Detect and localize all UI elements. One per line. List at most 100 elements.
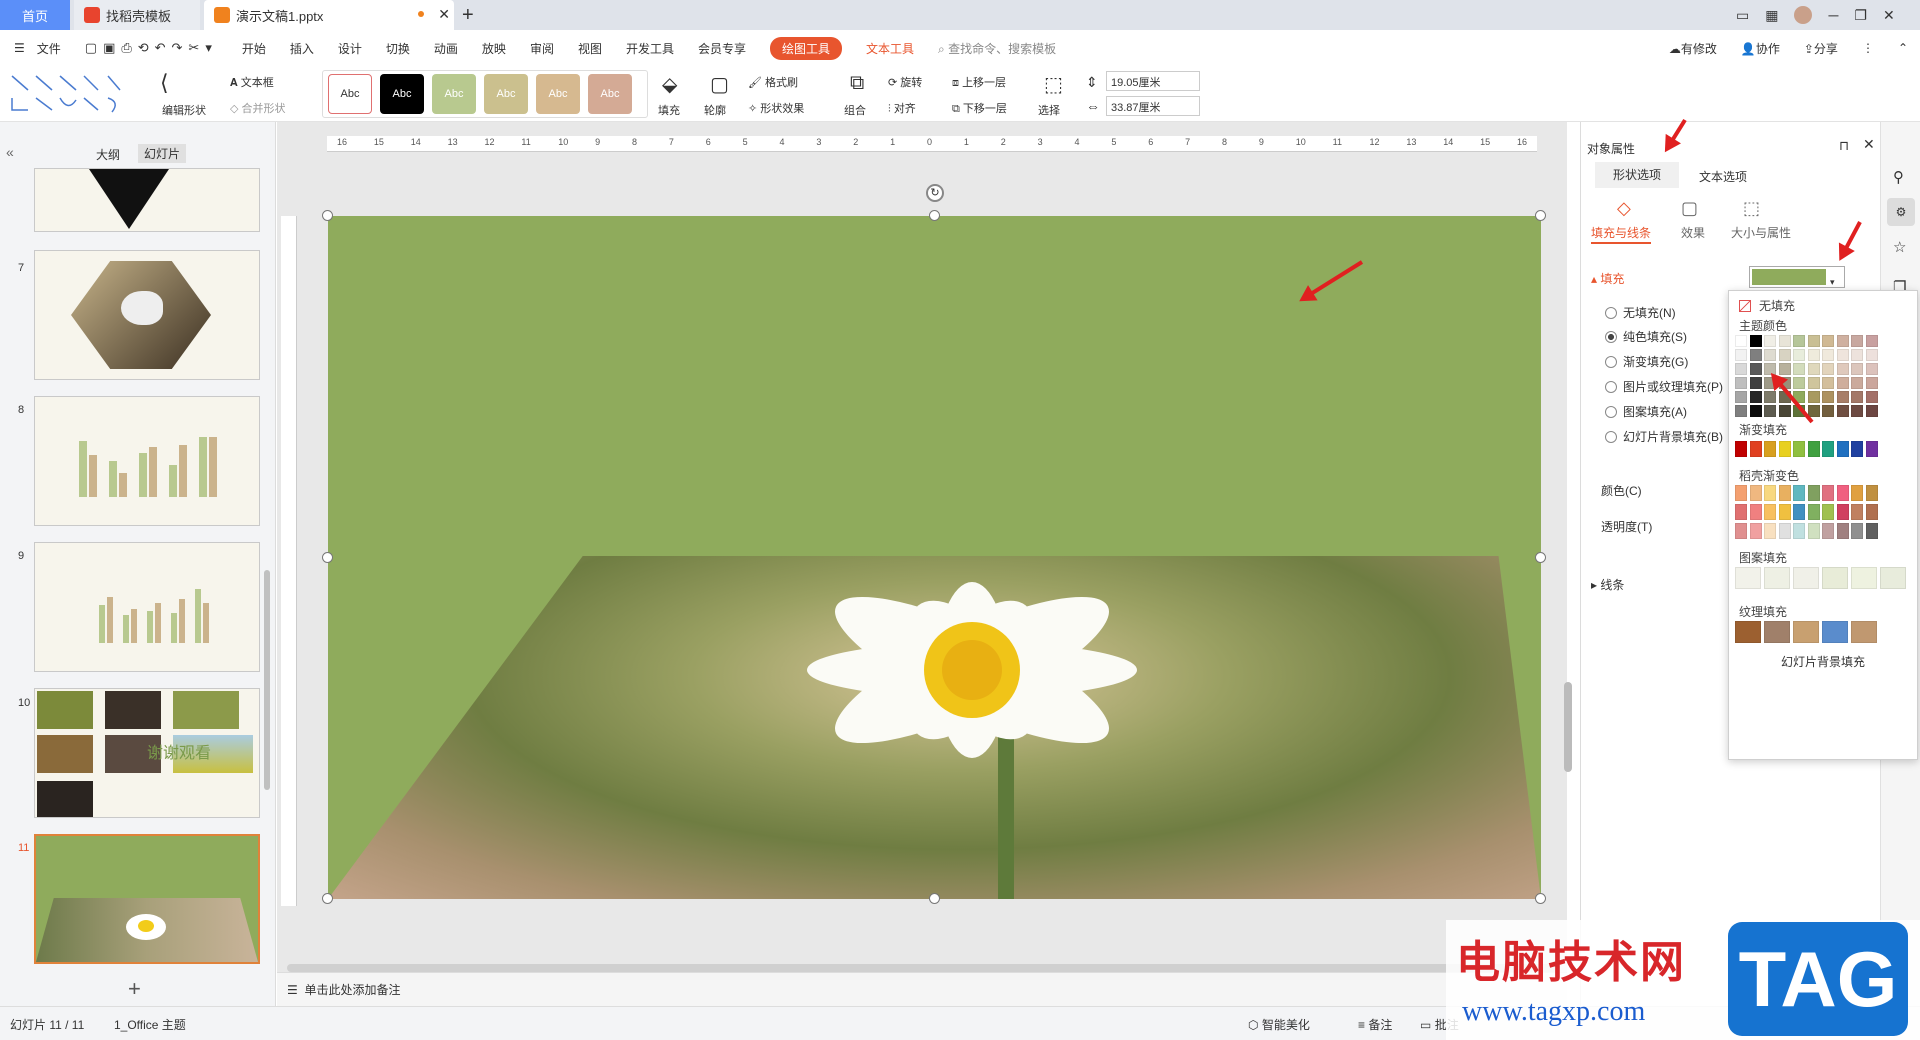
daisy-photo[interactable] [328,556,1541,899]
color-cell[interactable] [1793,441,1805,457]
color-cell[interactable] [1749,405,1762,417]
color-cell[interactable] [1735,391,1747,403]
color-cell[interactable] [1735,567,1761,589]
merge-shape-button[interactable]: ◇ 合并形状 [230,100,286,116]
properties-icon[interactable]: ⚙ [1887,198,1915,226]
subtab-fill-line[interactable]: 填充与线条 [1591,224,1651,241]
menu-insert[interactable]: 插入 [290,40,314,57]
color-cell[interactable] [1807,335,1820,347]
resize-handle[interactable] [322,893,333,904]
color-cell[interactable] [1865,391,1878,403]
color-cell[interactable] [1778,441,1791,457]
color-cell[interactable] [1764,335,1776,347]
color-cell[interactable] [1822,405,1834,417]
color-cell[interactable] [1807,391,1820,403]
avatar[interactable] [1794,6,1813,24]
slide-thumb-9[interactable] [34,542,260,672]
collab-button[interactable]: 👤协作 [1741,40,1780,57]
tab-slides[interactable]: 幻灯片 [138,144,187,163]
pin-icon[interactable]: ⊓ [1839,138,1849,154]
menu-design[interactable]: 设计 [338,40,362,57]
color-cell[interactable] [1793,349,1805,361]
theme-name[interactable]: 1_Office 主题 [114,1016,186,1033]
color-cell[interactable] [1735,349,1747,361]
tab-home[interactable]: 首页 [0,0,70,30]
color-cell[interactable] [1764,391,1776,403]
color-cell[interactable] [1836,377,1849,389]
color-cell[interactable] [1793,621,1819,643]
color-cell[interactable] [1836,405,1849,417]
color-cell[interactable] [1865,441,1878,457]
color-cell[interactable] [1764,405,1776,417]
color-cell[interactable] [1778,485,1791,501]
color-cell[interactable] [1735,377,1747,389]
menu-developer[interactable]: 开发工具 [626,40,674,57]
color-cell[interactable] [1807,363,1820,375]
size-icon[interactable]: ⬚ [1743,198,1760,219]
resize-handle[interactable] [1535,210,1546,221]
menu-slideshow[interactable]: 放映 [482,40,506,57]
edit-shape-label[interactable]: 编辑形状 [162,102,206,118]
effect-icon[interactable]: ▢ [1681,198,1698,219]
resize-handle[interactable] [322,210,333,221]
color-cell[interactable] [1851,567,1877,589]
radio-no-fill[interactable]: 无填充(N) [1605,304,1676,321]
format-brush-button[interactable]: 🖌 格式刷 [748,74,798,90]
fill-section-header[interactable]: ▴ 填充 [1591,270,1624,287]
collapse-ribbon-icon[interactable]: ⌃ [1898,41,1908,55]
color-cell[interactable] [1836,335,1849,347]
color-cell[interactable] [1836,485,1849,501]
color-cell[interactable] [1807,485,1820,501]
color-cell[interactable] [1735,405,1747,417]
color-cell[interactable] [1749,504,1762,520]
select-icon[interactable]: ⬚ [1044,72,1063,97]
close-tab-icon[interactable]: ✕ [438,6,450,23]
color-cell[interactable] [1865,405,1878,417]
color-cell[interactable] [1778,504,1791,520]
color-cell[interactable] [1735,504,1747,520]
group-button[interactable]: 组合 [844,102,866,118]
horizontal-scrollbar[interactable] [287,964,1557,972]
fill-icon[interactable]: ⬙ [662,72,677,97]
color-cell[interactable] [1851,391,1863,403]
style-swatch-3[interactable]: Abc [432,74,476,114]
beautify-button[interactable]: ⬡ 智能美化 [1248,1016,1310,1033]
color-cell[interactable] [1851,504,1863,520]
color-cell[interactable] [1778,335,1791,347]
no-fill-option[interactable]: 无填充 [1739,297,1795,314]
textbox-button[interactable]: 𝐀 文本框 [230,74,274,90]
animation-icon[interactable]: ⚲ [1893,168,1904,186]
radio-slide-bg-fill[interactable]: 幻灯片背景填充(B) [1605,428,1723,445]
color-cell[interactable] [1764,349,1776,361]
group-icon[interactable]: ⧉ [850,72,864,95]
color-cell[interactable] [1793,567,1819,589]
panel-scrollbar[interactable] [264,570,270,790]
tab-find-template[interactable]: 找稻壳模板 [74,0,200,30]
resize-handle[interactable] [322,552,333,563]
menu-member[interactable]: 会员专享 [698,40,746,57]
subtab-effect[interactable]: 效果 [1681,224,1705,241]
radio-solid-fill[interactable]: 纯色填充(S) [1605,328,1687,345]
color-cell[interactable] [1764,504,1776,520]
slide-thumb-10[interactable]: 谢谢观看 [34,688,260,818]
color-cell[interactable] [1764,441,1776,457]
outline-icon[interactable]: ▢ [710,72,729,97]
layout-icon[interactable]: ▭ [1736,7,1749,24]
color-cell[interactable] [1836,391,1849,403]
menu-start[interactable]: 开始 [242,40,266,57]
minimize-icon[interactable]: ─ [1828,7,1838,23]
color-cell[interactable] [1764,567,1790,589]
color-cell[interactable] [1749,391,1762,403]
color-cell[interactable] [1822,363,1834,375]
radio-gradient-fill[interactable]: 渐变填充(G) [1605,353,1688,370]
slide-thumb-11[interactable] [34,834,260,964]
color-cell[interactable] [1822,377,1834,389]
resize-handle[interactable] [929,210,940,221]
color-cell[interactable] [1764,523,1776,539]
hamburger-icon[interactable]: ☰ [14,41,25,55]
menu-view[interactable]: 视图 [578,40,602,57]
rotate-handle-icon[interactable]: ↻ [926,184,944,202]
tab-outline[interactable]: 大纲 [96,146,120,163]
color-cell[interactable] [1822,335,1834,347]
color-cell[interactable] [1822,441,1834,457]
